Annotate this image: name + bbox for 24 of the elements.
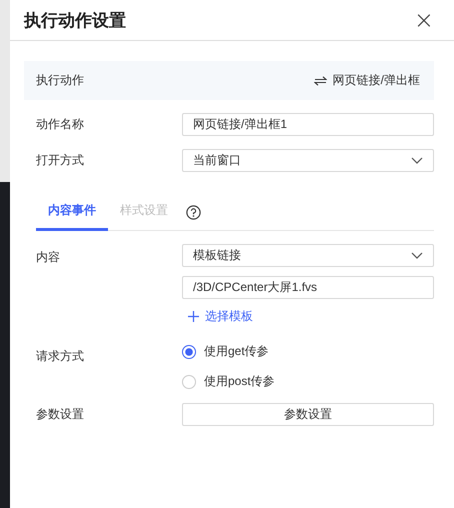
field-label: 参数设置 xyxy=(36,406,85,423)
parameter-settings-button[interactable]: 参数设置 xyxy=(182,403,434,426)
action-label: 执行动作 xyxy=(36,72,85,89)
input-field[interactable]: 网页链接/弹出框1 xyxy=(182,113,434,136)
plus-icon xyxy=(188,311,199,322)
field-label: 内容 xyxy=(36,249,61,266)
tab[interactable]: 内容事件 xyxy=(36,194,108,231)
field-label: 打开方式 xyxy=(36,152,85,169)
dropdown[interactable]: 模板链接 xyxy=(182,244,434,267)
action-value: 网页链接/弹出框 xyxy=(332,72,420,89)
radio-button[interactable] xyxy=(182,344,196,358)
close-button[interactable]: × xyxy=(414,8,434,32)
dropdown[interactable]: 当前窗口 xyxy=(182,149,434,172)
radio-option[interactable]: 使用get传参 xyxy=(182,343,434,360)
field-label: 请求方式 xyxy=(36,348,85,365)
radio-option[interactable]: 使用post传参 xyxy=(182,373,434,390)
chevron-down-icon xyxy=(411,252,423,259)
field-label: 动作名称 xyxy=(36,116,85,133)
swap-icon xyxy=(314,76,327,86)
dialog-title: 执行动作设置 xyxy=(24,10,126,32)
select-template-link[interactable]: 选择模板 xyxy=(188,308,253,325)
input-field[interactable]: /3D/CPCenter大屏1.fvs xyxy=(182,276,434,299)
chevron-down-icon xyxy=(411,157,423,164)
help-icon[interactable] xyxy=(186,204,201,220)
